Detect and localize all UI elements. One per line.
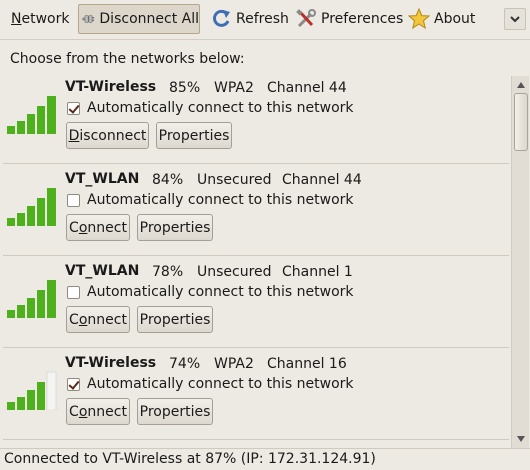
vertical-scrollbar[interactable] xyxy=(511,76,529,448)
overflow-menu-button[interactable] xyxy=(504,8,526,30)
properties-button-label: Properties xyxy=(158,127,230,144)
network-name: VT-Wireless xyxy=(65,355,157,371)
signal-strength-icon xyxy=(7,96,56,134)
auto-connect-checkbox-row[interactable]: Automatically connect to this network xyxy=(67,284,354,300)
auto-connect-checkbox-row[interactable]: Automatically connect to this network xyxy=(67,376,354,392)
properties-button[interactable]: Properties xyxy=(156,122,232,149)
network-name: VT_WLAN xyxy=(65,171,140,187)
properties-button[interactable]: Properties xyxy=(137,306,213,333)
network-security: Unsecured xyxy=(197,264,272,280)
connect-button[interactable]: Connect xyxy=(66,214,130,241)
connect-button-label: Connect xyxy=(69,311,127,328)
disconnect-button[interactable]: Disconnect xyxy=(66,122,149,149)
signal-strength-icon xyxy=(7,371,57,410)
network-security: WPA2 xyxy=(214,356,254,372)
scrollbar-thumb[interactable] xyxy=(514,93,528,151)
status-bar: Connected to VT-Wireless at 87% (IP: 172… xyxy=(0,448,530,470)
connect-button[interactable]: Connect xyxy=(66,306,130,333)
auto-connect-label: Automatically connect to this network xyxy=(87,192,354,208)
refresh-button[interactable]: Refresh xyxy=(210,4,289,34)
network-list: VT-Wireless 85% WPA2 Channel 44 Automati… xyxy=(3,72,511,446)
network-menu[interactable]: Network xyxy=(11,4,69,34)
scroll-down-arrow-icon[interactable] xyxy=(515,434,527,444)
connect-button-label: Connect xyxy=(69,403,127,420)
signal-strength-icon xyxy=(7,280,56,318)
connect-button[interactable]: Connect xyxy=(66,398,130,425)
auto-connect-label: Automatically connect to this network xyxy=(87,376,354,392)
network-signal: 84% xyxy=(152,172,184,188)
network-menu-mnemonic: N xyxy=(11,11,22,27)
network-name: VT_WLAN xyxy=(65,263,140,279)
network-item: VT_WLAN 84% Unsecured Channel 44 Automat… xyxy=(3,164,509,256)
refresh-label: Refresh xyxy=(236,11,289,27)
network-item: VT_WLAN 78% Unsecured Channel 1 Automati… xyxy=(3,256,509,348)
disconnect-button-label-rest: isconnect xyxy=(79,127,147,144)
connect-button-label: Connect xyxy=(69,219,127,236)
disconnect-button-label: Disconnect xyxy=(69,128,147,144)
auto-connect-label: Automatically connect to this network xyxy=(87,284,354,300)
chevron-down-icon xyxy=(510,16,520,23)
disconnect-all-label: Disconnect All xyxy=(99,11,199,27)
about-label: About xyxy=(434,11,476,27)
preferences-label: Preferences xyxy=(321,11,404,27)
preferences-button[interactable]: Preferences xyxy=(295,4,403,34)
network-item: VT-Wireless 85% WPA2 Channel 44 Automati… xyxy=(3,72,509,164)
network-signal: 78% xyxy=(152,264,184,280)
tools-icon xyxy=(296,9,316,28)
auto-connect-checkbox[interactable] xyxy=(67,377,80,391)
network-security: WPA2 xyxy=(214,80,254,96)
signal-strength-icon xyxy=(7,188,56,226)
network-security: Unsecured xyxy=(197,172,272,188)
network-signal: 85% xyxy=(169,80,201,96)
auto-connect-label: Automatically connect to this network xyxy=(87,100,354,116)
auto-connect-checkbox[interactable] xyxy=(67,193,80,207)
plug-icon xyxy=(82,15,95,23)
refresh-icon xyxy=(213,9,230,27)
network-signal: 74% xyxy=(169,356,201,372)
star-icon xyxy=(408,8,430,30)
network-channel: Channel 1 xyxy=(282,264,353,280)
network-name: VT-Wireless xyxy=(65,79,157,95)
auto-connect-checkbox[interactable] xyxy=(67,285,80,299)
auto-connect-checkbox[interactable] xyxy=(67,101,80,115)
properties-button-label: Properties xyxy=(139,311,211,328)
about-button[interactable]: About xyxy=(408,4,475,34)
auto-connect-checkbox-row[interactable]: Automatically connect to this network xyxy=(67,192,354,208)
properties-button-label: Properties xyxy=(139,403,211,420)
network-channel: Channel 44 xyxy=(267,80,347,96)
disconnect-all-button[interactable]: Disconnect All xyxy=(78,4,200,34)
network-channel: Channel 16 xyxy=(267,356,347,372)
auto-connect-checkbox-row[interactable]: Automatically connect to this network xyxy=(67,100,354,116)
network-channel: Channel 44 xyxy=(282,172,362,188)
scroll-up-arrow-icon[interactable] xyxy=(515,80,527,90)
properties-button[interactable]: Properties xyxy=(137,398,213,425)
toolbar: Network Disconnect All Refresh Preferenc… xyxy=(0,0,530,40)
disconnect-button-mnemonic: D xyxy=(68,127,80,144)
network-item: VT-Wireless 74% WPA2 Channel 16 Automati… xyxy=(3,348,509,440)
instruction-text: Choose from the networks below: xyxy=(10,51,245,67)
properties-button[interactable]: Properties xyxy=(137,214,213,241)
network-menu-label: Network xyxy=(11,11,69,27)
properties-button-label: Properties xyxy=(139,219,211,236)
network-menu-label-rest: etwork xyxy=(21,11,70,27)
